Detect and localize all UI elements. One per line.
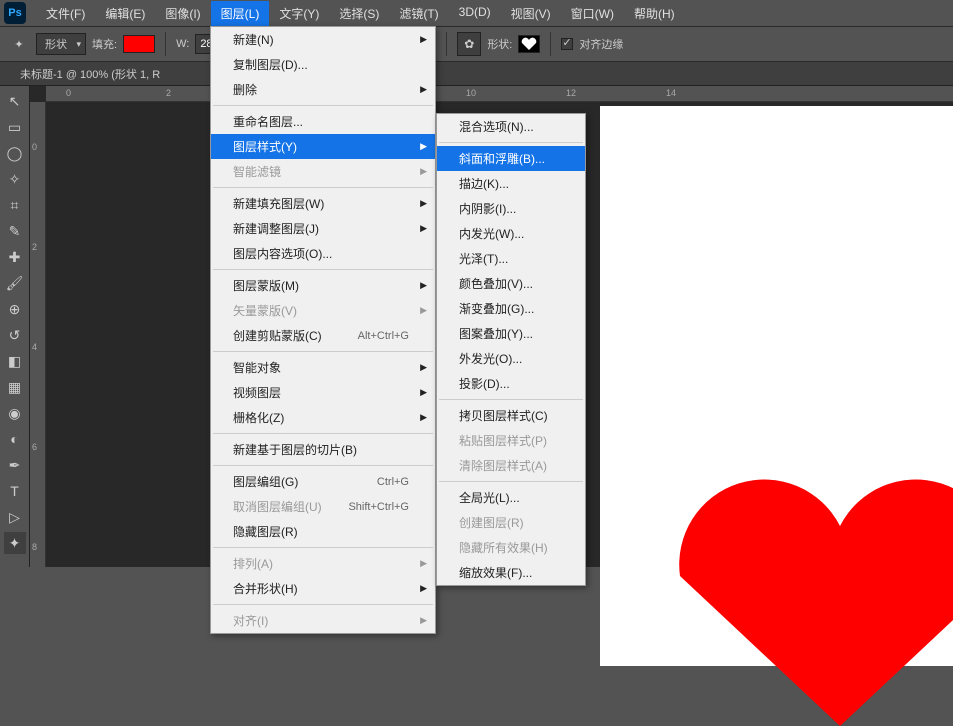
fill-label: 填充: (92, 36, 117, 52)
menu-entry[interactable]: 光泽(T)... (437, 246, 585, 271)
menu-item-7[interactable]: 3D(D) (449, 1, 501, 26)
menu-entry[interactable]: 新建基于图层的切片(B) (211, 437, 435, 462)
marquee-tool-icon[interactable]: ▭ (4, 116, 26, 138)
menu-entry[interactable]: 视频图层 (211, 380, 435, 405)
gear-icon[interactable]: ✿ (457, 32, 481, 56)
menu-item-4[interactable]: 文字(Y) (269, 1, 329, 26)
custom-shape-tool-icon[interactable]: ✦ (4, 532, 26, 554)
menu-entry[interactable]: 新建填充图层(W) (211, 191, 435, 216)
menu-entry[interactable]: 图层蒙版(M) (211, 273, 435, 298)
menu-entry[interactable]: 隐藏图层(R) (211, 519, 435, 544)
menu-entry[interactable]: 渐变叠加(G)... (437, 296, 585, 321)
artboard (600, 106, 953, 666)
brush-tool-icon[interactable]: 🖌 (4, 272, 26, 294)
menu-entry[interactable]: 栅格化(Z) (211, 405, 435, 430)
path-select-tool-icon[interactable]: ▷ (4, 506, 26, 528)
menu-item-2[interactable]: 图像(I) (155, 1, 210, 26)
history-brush-tool-icon[interactable]: ↺ (4, 324, 26, 346)
menu-item-5[interactable]: 选择(S) (329, 1, 389, 26)
move-tool-icon[interactable]: ↖ (4, 90, 26, 112)
menu-item-10[interactable]: 帮助(H) (624, 1, 685, 26)
menu-item-1[interactable]: 编辑(E) (95, 1, 155, 26)
menu-entry[interactable]: 图层内容选项(O)... (211, 241, 435, 266)
menu-item-6[interactable]: 滤镜(T) (389, 1, 448, 26)
menu-entry[interactable]: 新建(N) (211, 27, 435, 52)
gradient-tool-icon[interactable]: ▦ (4, 376, 26, 398)
menu-entry[interactable]: 图层编组(G)Ctrl+G (211, 469, 435, 494)
menu-entry[interactable]: 重命名图层... (211, 109, 435, 134)
menu-item-3[interactable]: 图层(L) (211, 1, 270, 26)
menu-entry[interactable]: 混合选项(N)... (437, 114, 585, 139)
eyedropper-tool-icon[interactable]: ✎ (4, 220, 26, 242)
menu-entry[interactable]: 智能对象 (211, 355, 435, 380)
menu-entry[interactable]: 缩放效果(F)... (437, 560, 585, 585)
menu-entry[interactable]: 创建剪贴蒙版(C)Alt+Ctrl+G (211, 323, 435, 348)
menu-entry: 排列(A) (211, 551, 435, 576)
menu-entry: 隐藏所有效果(H) (437, 535, 585, 560)
menu-entry[interactable]: 斜面和浮雕(B)... (437, 146, 585, 171)
document-tab[interactable]: 未标题-1 @ 100% (形状 1, R (0, 62, 953, 86)
layer-menu-dropdown: 新建(N)复制图层(D)...删除重命名图层...图层样式(Y)智能滤镜新建填充… (210, 26, 436, 634)
menu-bar: Ps 文件(F)编辑(E)图像(I)图层(L)文字(Y)选择(S)滤镜(T)3D… (0, 0, 953, 26)
blur-tool-icon[interactable]: ◉ (4, 402, 26, 424)
dodge-tool-icon[interactable]: ◐ (4, 428, 26, 450)
menu-entry[interactable]: 图案叠加(Y)... (437, 321, 585, 346)
app-logo: Ps (4, 2, 26, 24)
magic-wand-tool-icon[interactable]: ✧ (4, 168, 26, 190)
stamp-tool-icon[interactable]: ⊕ (4, 298, 26, 320)
menu-entry: 取消图层编组(U)Shift+Ctrl+G (211, 494, 435, 519)
menu-entry[interactable]: 合并形状(H) (211, 576, 435, 601)
align-edges-label: 对齐边缘 (579, 36, 623, 52)
menu-entry[interactable]: 复制图层(D)... (211, 52, 435, 77)
align-edges-checkbox[interactable] (561, 38, 573, 50)
menu-entry[interactable]: 图层样式(Y) (211, 134, 435, 159)
menu-entry[interactable]: 投影(D)... (437, 371, 585, 396)
menu-entry[interactable]: 拷贝图层样式(C) (437, 403, 585, 428)
menu-item-9[interactable]: 窗口(W) (561, 1, 624, 26)
toolbox: ↖ ▭ ◯ ✧ ⌗ ✎ ✚ 🖌 ⊕ ↺ ◧ ▦ ◉ ◐ ✒ T ▷ ✦ (0, 86, 30, 567)
menu-entry[interactable]: 内阴影(I)... (437, 196, 585, 221)
menu-entry: 创建图层(R) (437, 510, 585, 535)
ruler-horizontal: 0248101214 (46, 86, 953, 102)
heart-shape-object[interactable] (670, 466, 953, 726)
fill-swatch[interactable] (123, 35, 155, 53)
layer-style-submenu: 混合选项(N)... 斜面和浮雕(B)...描边(K)...内阴影(I)...内发… (436, 113, 586, 586)
menu-entry[interactable]: 颜色叠加(V)... (437, 271, 585, 296)
menu-entry: 对齐(I) (211, 608, 435, 633)
crop-tool-icon[interactable]: ⌗ (4, 194, 26, 216)
shape-picker-label: 形状: (487, 36, 512, 52)
menu-entry: 清除图层样式(A) (437, 453, 585, 478)
pen-tool-icon[interactable]: ✒ (4, 454, 26, 476)
menu-item-0[interactable]: 文件(F) (36, 1, 95, 26)
menu-entry: 粘贴图层样式(P) (437, 428, 585, 453)
tool-mode-select[interactable]: 形状 (36, 33, 86, 55)
menu-entry: 矢量蒙版(V) (211, 298, 435, 323)
w-label: W: (176, 38, 189, 50)
shape-preview-heart-icon[interactable] (518, 35, 540, 53)
menu-entry[interactable]: 全局光(L)... (437, 485, 585, 510)
ruler-vertical: 02468 (30, 102, 46, 567)
options-bar: ✦ 形状 填充: W: ⇔ H: ▭ ≡ ⇵ ✿ 形状: 对齐边缘 (0, 26, 953, 62)
type-tool-icon[interactable]: T (4, 480, 26, 502)
menu-entry[interactable]: 新建调整图层(J) (211, 216, 435, 241)
menu-entry[interactable]: 描边(K)... (437, 171, 585, 196)
healing-tool-icon[interactable]: ✚ (4, 246, 26, 268)
eraser-tool-icon[interactable]: ◧ (4, 350, 26, 372)
lasso-tool-icon[interactable]: ◯ (4, 142, 26, 164)
menu-entry[interactable]: 内发光(W)... (437, 221, 585, 246)
menu-entry[interactable]: 外发光(O)... (437, 346, 585, 371)
custom-shape-tool-icon: ✦ (8, 33, 30, 55)
menu-entry[interactable]: 删除 (211, 77, 435, 102)
menu-item-8[interactable]: 视图(V) (501, 1, 561, 26)
menu-entry: 智能滤镜 (211, 159, 435, 184)
